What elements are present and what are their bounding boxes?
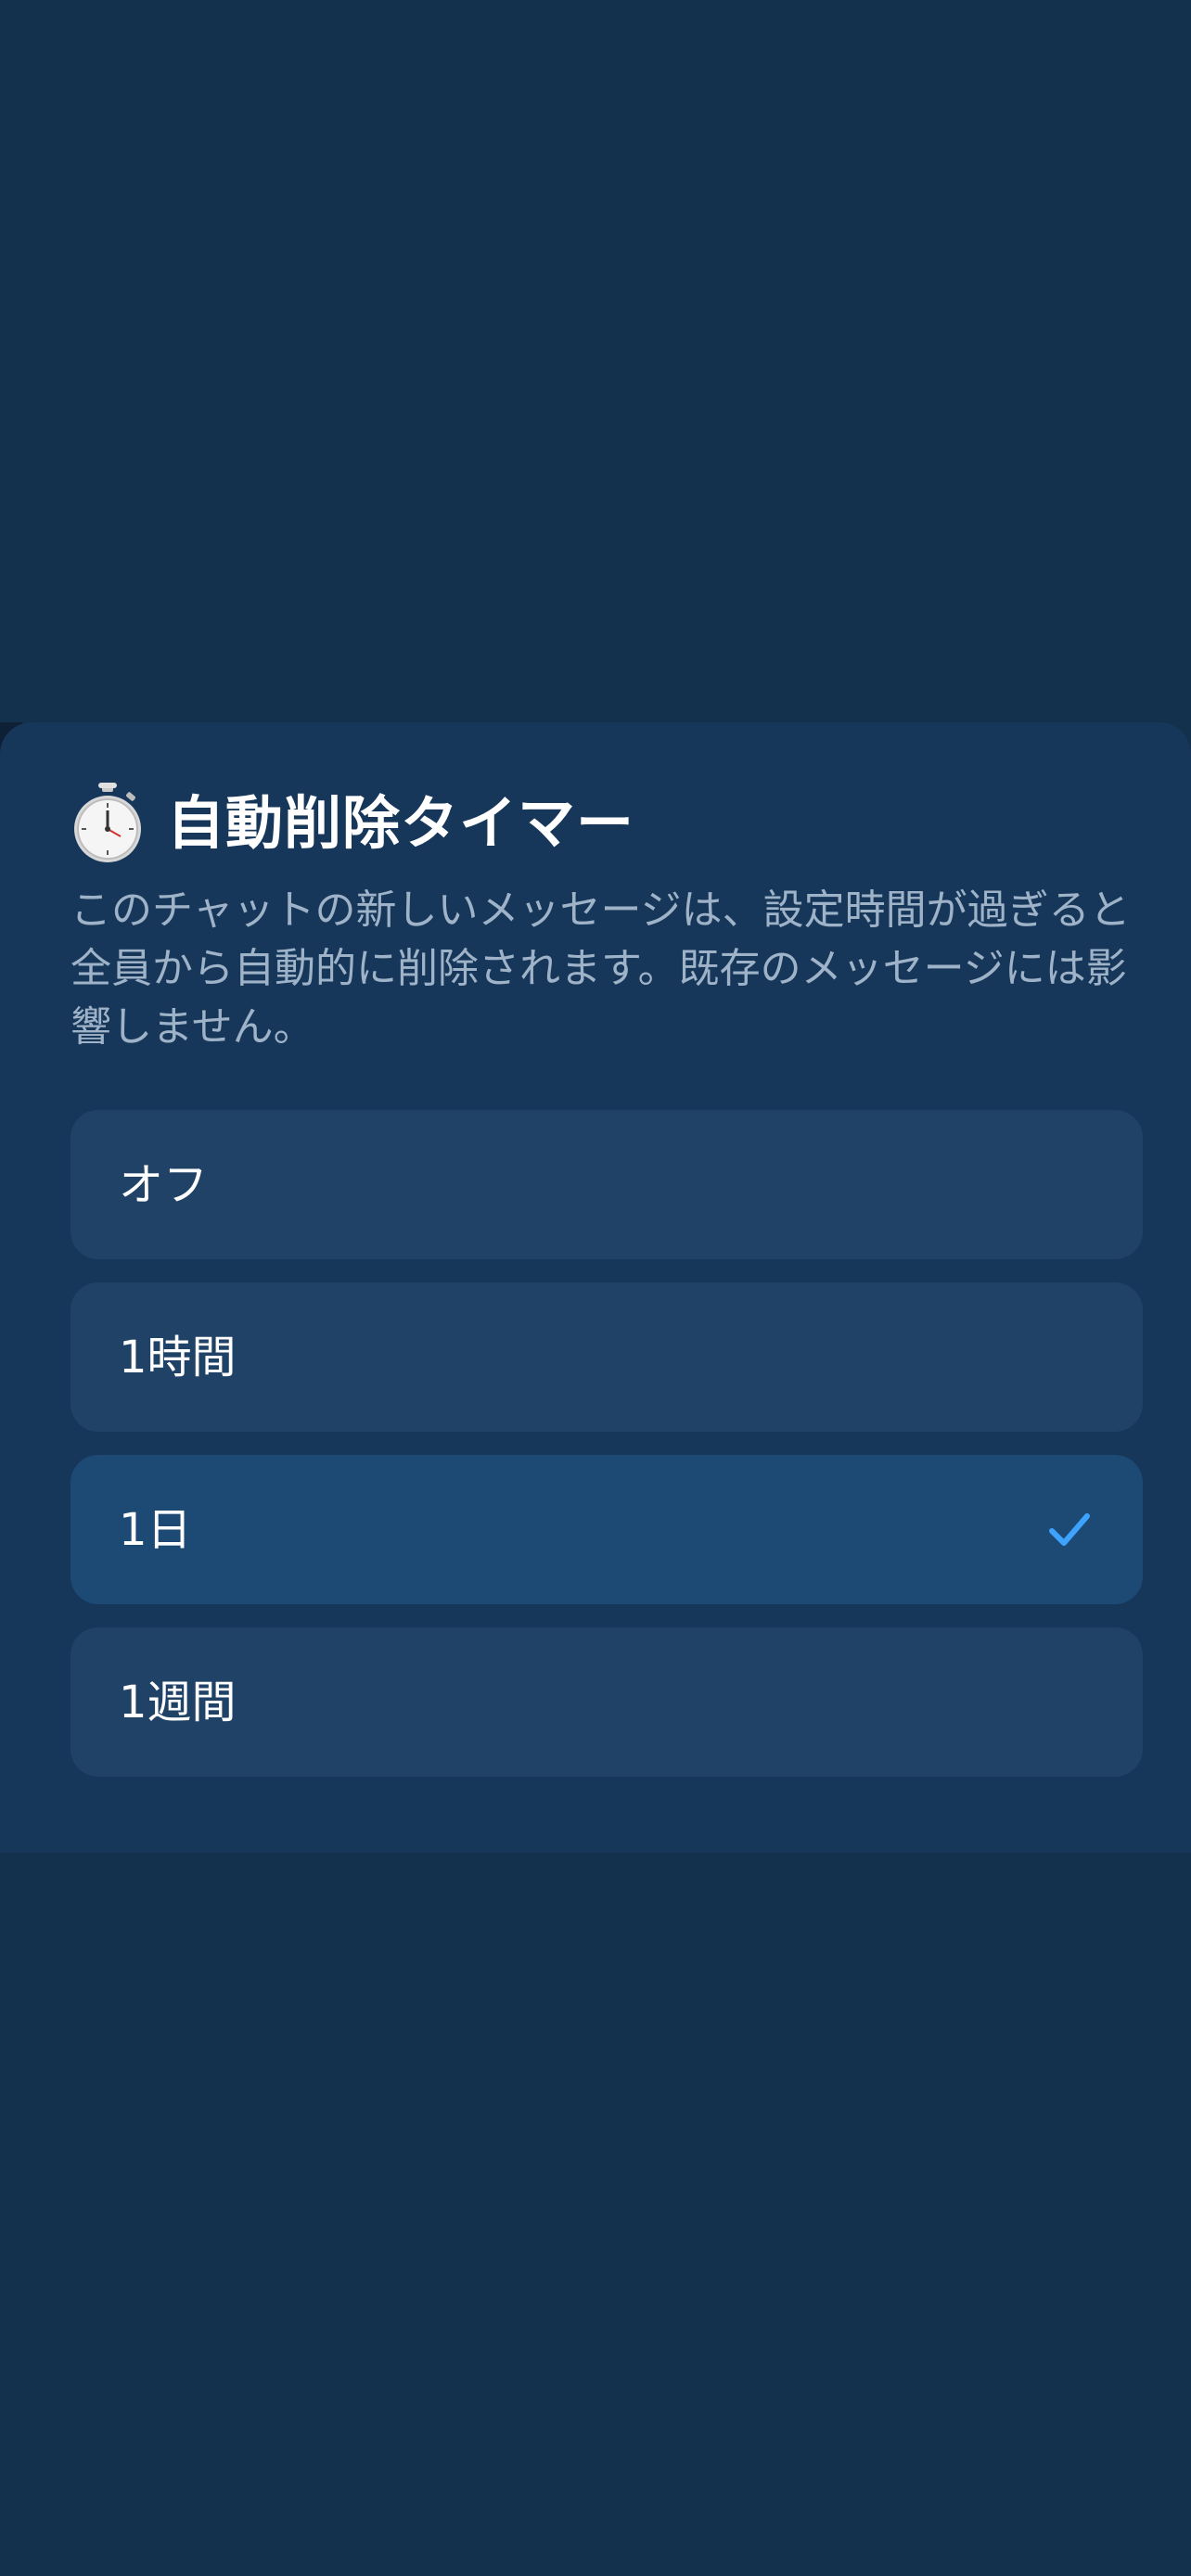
option-label: 1週間	[119, 1676, 237, 1728]
option-1-day[interactable]: 1日	[70, 1455, 1143, 1604]
sheet-title: 自動削除タイマー	[167, 789, 635, 857]
option-label: 1日	[119, 1503, 192, 1556]
sheet-header: 自動削除タイマー	[70, 777, 634, 870]
option-off[interactable]: オフ	[70, 1110, 1143, 1259]
checkmark-icon	[1049, 1512, 1090, 1546]
stopwatch-icon	[74, 783, 141, 862]
option-label: 1時間	[119, 1331, 237, 1384]
option-1-hour[interactable]: 1時間	[70, 1282, 1143, 1432]
timer-options-list: オフ 1時間 1日 1週間	[70, 1110, 1143, 1800]
option-1-week[interactable]: 1週間	[70, 1627, 1143, 1777]
sheet-description: このチャットの新しいメッセージは、設定時間が過ぎると全員から自動的に削除されます…	[70, 886, 1131, 1051]
option-label: オフ	[119, 1158, 209, 1211]
